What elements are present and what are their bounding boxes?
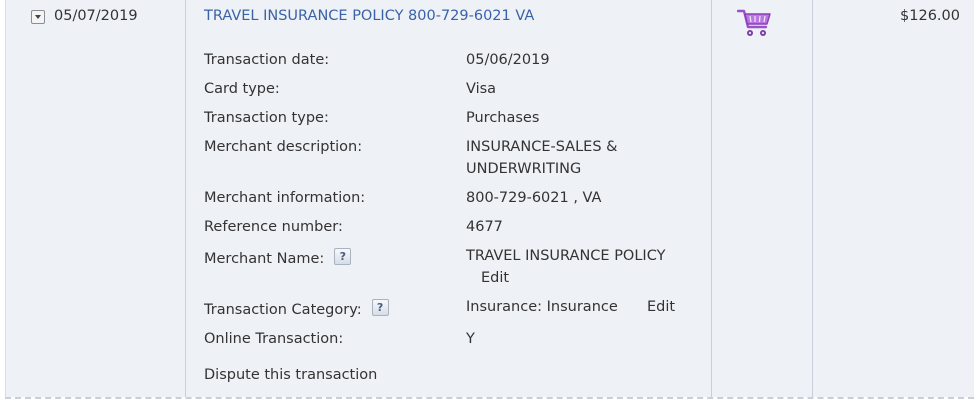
merchant-description-label: Merchant description:: [204, 139, 363, 155]
column-divider: [711, 0, 712, 397]
dispute-transaction-link[interactable]: Dispute this transaction: [204, 367, 377, 383]
transaction-type-value: Purchases: [466, 110, 540, 126]
card-type-value: Visa: [466, 81, 497, 97]
transaction-category-value: Insurance: Insurance: [466, 299, 618, 315]
posting-date: 05/07/2019: [54, 8, 138, 24]
transaction-amount: $126.00: [900, 8, 960, 24]
merchant-name-label: Merchant Name:: [204, 251, 325, 267]
card-type-label: Card type:: [204, 81, 280, 97]
help-icon[interactable]: ?: [334, 248, 352, 265]
column-divider: [185, 0, 186, 397]
merchant-description-value-line1: INSURANCE-SALES &: [466, 139, 618, 155]
reference-number-value: 4677: [466, 219, 503, 235]
merchant-name-row: Merchant Name:?: [204, 248, 352, 267]
collapse-toggle-icon[interactable]: [31, 10, 45, 24]
column-divider: [812, 0, 813, 397]
merchant-name-edit-link[interactable]: Edit: [481, 270, 509, 286]
merchant-information-label: Merchant information:: [204, 190, 366, 206]
shopping-cart-icon: [737, 9, 771, 36]
row-left-border: [5, 0, 6, 397]
help-glyph: ?: [339, 250, 346, 263]
merchant-name-value: TRAVEL INSURANCE POLICY: [466, 248, 666, 264]
transaction-category-edit-link[interactable]: Edit: [647, 299, 675, 315]
merchant-description-value-line2: UNDERWRITING: [466, 161, 582, 177]
online-transaction-value: Y: [466, 331, 475, 347]
transaction-date-value: 05/06/2019: [466, 52, 550, 68]
transaction-category-label: Transaction Category:: [204, 302, 362, 318]
transaction-type-label: Transaction type:: [204, 110, 329, 126]
row-separator: [5, 397, 974, 399]
reference-number-label: Reference number:: [204, 219, 343, 235]
online-transaction-label: Online Transaction:: [204, 331, 344, 347]
transaction-title-link[interactable]: TRAVEL INSURANCE POLICY 800-729-6021 VA: [204, 8, 534, 24]
help-icon[interactable]: ?: [371, 299, 389, 316]
transaction-date-label: Transaction date:: [204, 52, 330, 68]
transaction-category-row: Transaction Category:?: [204, 299, 389, 318]
merchant-information-value: 800-729-6021 , VA: [466, 190, 602, 206]
help-glyph: ?: [376, 301, 384, 314]
